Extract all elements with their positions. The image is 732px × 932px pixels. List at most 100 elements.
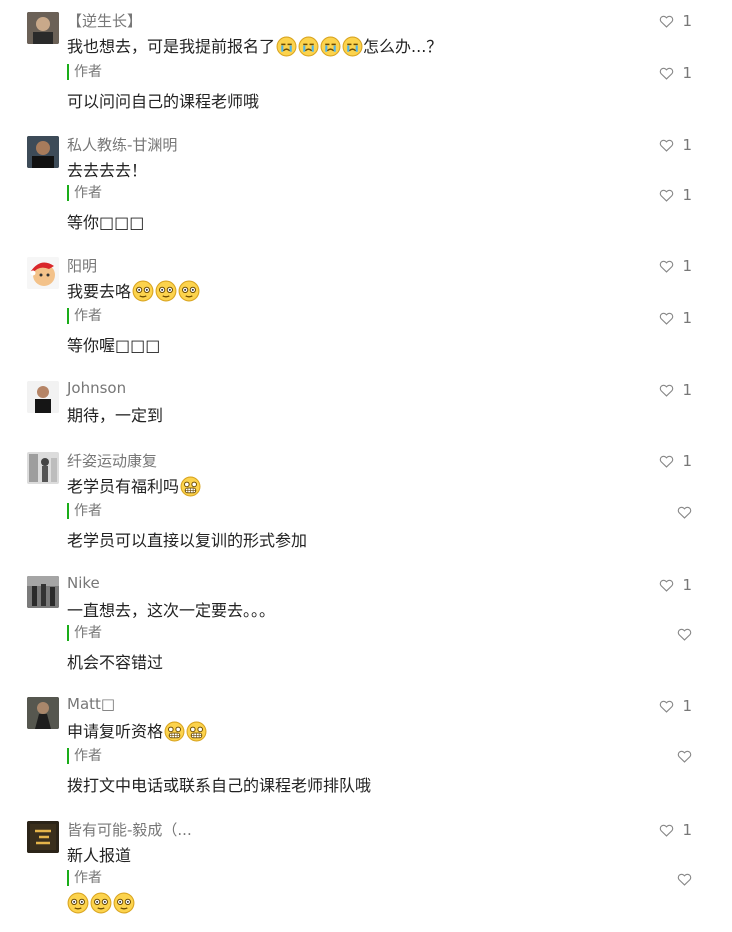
like-count: 1 (682, 452, 692, 470)
author-reply: 作者 等你喔□□□ (67, 308, 160, 356)
heart-icon (660, 824, 674, 837)
like-button[interactable]: 1 (659, 257, 692, 275)
dazed-face-icon (67, 892, 89, 918)
crying-face-icon (298, 36, 319, 61)
heart-icon (660, 579, 674, 592)
heart-icon (660, 384, 674, 397)
like-count: 1 (682, 186, 692, 204)
author-reply: 作者 可以问问自己的课程老师哦 (67, 64, 259, 112)
grinning-face-icon (186, 721, 207, 746)
heart-icon (660, 15, 674, 28)
author-label: 作者 (67, 503, 307, 519)
heart-icon (660, 700, 674, 713)
avatar[interactable] (27, 821, 59, 853)
reply-text: 机会不容错过 (67, 653, 164, 672)
comment-username[interactable]: 纤姿运动康复 (67, 450, 157, 471)
author-reply: 作者 (67, 870, 135, 918)
like-button[interactable]: 1 (659, 452, 692, 470)
dazed-face-icon (178, 280, 200, 306)
comment-text-body: 申请复听资格 (67, 722, 164, 741)
like-count: 1 (682, 12, 692, 30)
author-label: 作者 (67, 64, 259, 80)
grinning-face-icon (180, 476, 201, 501)
crying-face-icon (320, 36, 341, 61)
author-label: 作者 (67, 748, 371, 764)
avatar[interactable] (27, 381, 59, 413)
avatar[interactable] (27, 257, 59, 289)
reply-text: 等你喔□□□ (67, 336, 161, 355)
reply-like-button[interactable] (677, 505, 692, 519)
heart-icon (660, 312, 674, 325)
reply-text (67, 892, 135, 918)
comment-username[interactable]: 皆有可能-毅成（... (67, 819, 192, 840)
author-label: 作者 (67, 870, 135, 886)
comment-username[interactable]: 私人教练-甘渊明 (67, 134, 177, 155)
reply-like-button[interactable]: 1 (659, 309, 692, 327)
author-reply: 作者 机会不容错过 (67, 625, 163, 673)
reply-text: 可以问问自己的课程老师哦 (67, 92, 260, 111)
comment-text: 我也想去，可是我提前报名了 怎么办...？ (67, 33, 442, 61)
reply-text: 等你□□□ (67, 213, 145, 232)
comment-text: 去去去去！ (67, 161, 148, 180)
reply-like-button[interactable]: 1 (659, 186, 692, 204)
crying-face-icon (276, 36, 297, 61)
like-button[interactable]: 1 (659, 381, 692, 399)
heart-icon (660, 260, 674, 273)
avatar[interactable] (27, 697, 59, 729)
reply-like-button[interactable] (677, 749, 692, 763)
comment-text-tail: 怎么办...？ (363, 37, 443, 56)
like-count: 1 (682, 64, 692, 82)
reply-like-button[interactable] (677, 627, 692, 641)
like-button[interactable]: 1 (659, 697, 692, 715)
author-label: 作者 (67, 308, 160, 324)
heart-icon (660, 189, 674, 202)
heart-icon (677, 750, 692, 763)
heart-icon (677, 873, 692, 886)
dazed-face-icon (90, 892, 112, 918)
comment-username[interactable]: Matt□ (67, 695, 115, 713)
avatar[interactable] (27, 136, 59, 168)
like-count: 1 (682, 136, 692, 154)
comment-text: 我要去咯 (67, 278, 200, 306)
heart-icon (677, 506, 692, 519)
dazed-face-icon (155, 280, 177, 306)
like-count: 1 (682, 821, 692, 839)
reply-text: 老学员可以直接以复训的形式参加 (67, 531, 308, 550)
author-reply: 作者 等你□□□ (67, 185, 144, 233)
comment-username[interactable]: 阳明 (67, 255, 97, 276)
comment-username[interactable]: Johnson (67, 379, 126, 397)
reply-like-button[interactable] (677, 872, 692, 886)
comment-username[interactable]: Nike (67, 574, 100, 592)
comment-text-body: 我要去咯 (67, 282, 132, 301)
like-count: 1 (682, 309, 692, 327)
author-label: 作者 (67, 185, 144, 201)
grinning-face-icon (164, 721, 185, 746)
reply-text: 拨打文中电话或联系自己的课程老师排队哦 (67, 776, 372, 795)
avatar[interactable] (27, 576, 59, 608)
like-count: 1 (682, 381, 692, 399)
author-label: 作者 (67, 625, 163, 641)
like-count: 1 (682, 576, 692, 594)
avatar[interactable] (27, 452, 59, 484)
comment-text-body: 我也想去，可是我提前报名了 (67, 37, 276, 56)
comment-text: 新人报道 (67, 846, 132, 865)
like-count: 1 (682, 257, 692, 275)
like-button[interactable]: 1 (659, 136, 692, 154)
like-button[interactable]: 1 (659, 821, 692, 839)
comment-text: 老学员有福利吗 (67, 473, 201, 501)
reply-like-button[interactable]: 1 (659, 64, 692, 82)
like-button[interactable]: 1 (659, 576, 692, 594)
avatar[interactable] (27, 12, 59, 44)
heart-icon (660, 455, 674, 468)
comment-text: 申请复听资格 (67, 718, 207, 746)
comment-list: 【逆生长】 1 我也想去，可是我提前报名了 怎么办...？ 作者 可以问问自己的课… (0, 0, 732, 932)
dazed-face-icon (132, 280, 154, 306)
comment-username[interactable]: 【逆生长】 (67, 10, 142, 31)
heart-icon (660, 139, 674, 152)
comment-text: 一直想去，这次一定要去。。。 (67, 601, 276, 620)
heart-icon (677, 628, 692, 641)
author-reply: 作者 拨打文中电话或联系自己的课程老师排队哦 (67, 748, 371, 796)
like-button[interactable]: 1 (659, 12, 692, 30)
heart-icon (660, 67, 674, 80)
author-reply: 作者 老学员可以直接以复训的形式参加 (67, 503, 307, 551)
